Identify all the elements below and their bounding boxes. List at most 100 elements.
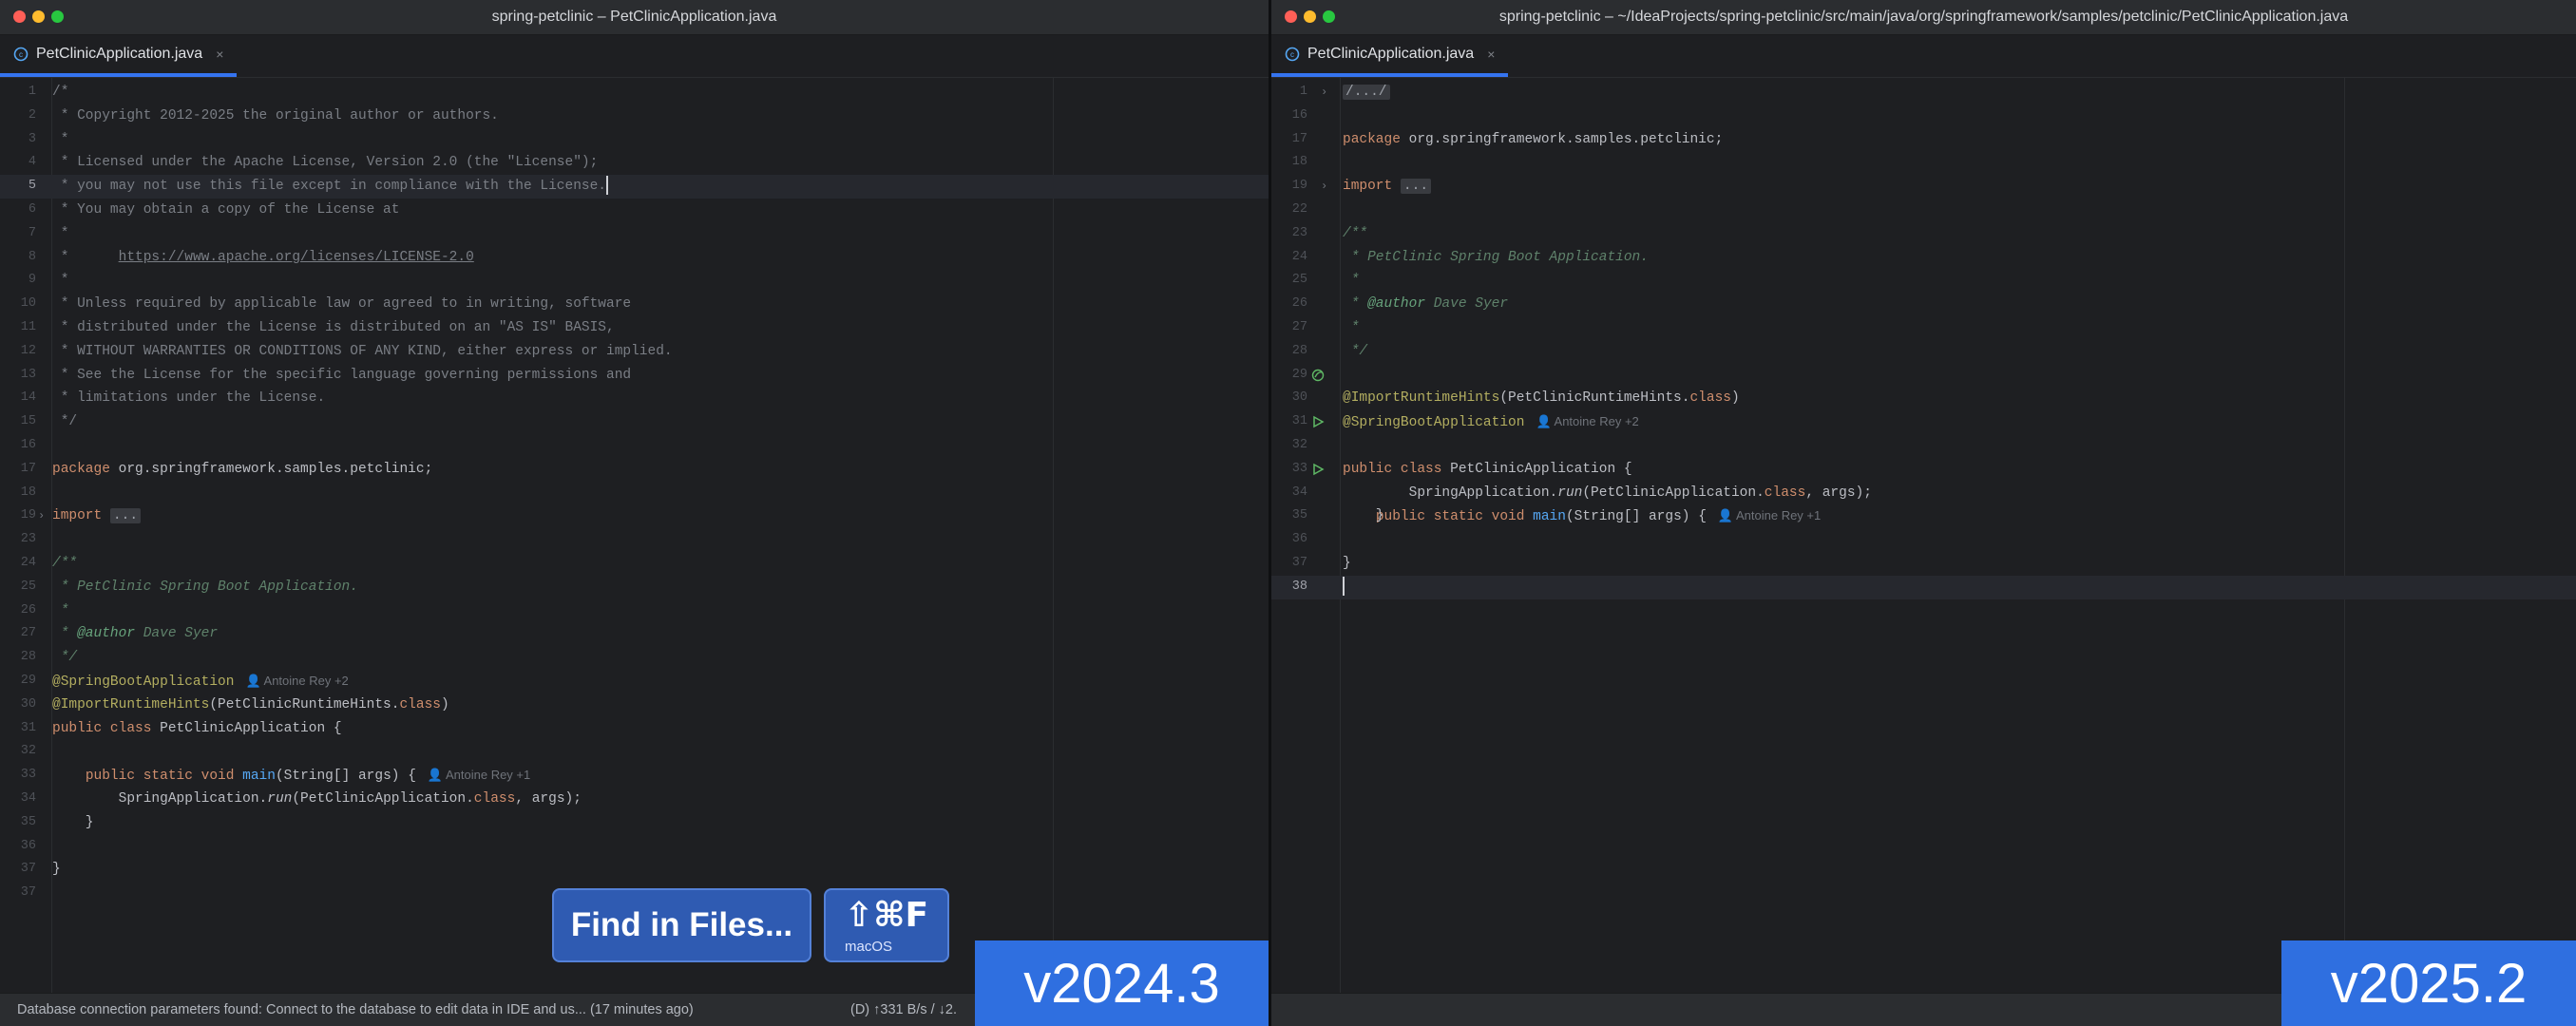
line-number: 28 [20,650,36,665]
right-code-editor[interactable]: 1 › /.../ 16 17 package org.springframework… [1271,78,2576,994]
code-line: 36 [1271,528,2576,552]
right-window-title: spring-petclinic – ~/IdeaProjects/spring… [1498,9,2349,25]
svg-text:c: c [1290,50,1294,59]
line-number: 8 [28,249,36,264]
close-icon[interactable]: × [1487,47,1495,62]
text-caret [606,176,608,196]
line-number: 7 [28,225,36,240]
code-line: 30 @ImportRuntimeHints(PetClinicRuntimeHi… [1271,387,2576,410]
code-line: 37} [0,858,1269,882]
line-number: 37 [20,862,36,877]
close-icon[interactable]: × [216,47,223,62]
code-line: 30 @ImportRuntimeHints(PetClinicRuntimeHi… [0,694,1269,717]
line-number: 29 [1291,367,1307,382]
code-line: 19 › import ... [0,504,1269,528]
left-window-title: spring-petclinic – PetClinicApplication.… [491,9,777,25]
author-inlay-hint[interactable]: 👤 Antoine Rey +2 [245,674,348,688]
code-line: 26 * [0,599,1269,623]
left-titlebar: spring-petclinic – PetClinicApplication.… [0,0,1269,35]
line-number: 1 [1299,85,1307,99]
code-line: 12 * WITHOUT WARRANTIES OR CONDITIONS OF… [0,340,1269,364]
left-code-editor[interactable]: 1/* 2 * Copyright 2012-2025 the original… [0,78,1269,994]
line-number: 24 [1291,249,1307,264]
line-number: 19 [20,508,36,523]
code-line: 13 * See the License for the specific la… [0,364,1269,388]
code-line: 19 › import ... [1271,175,2576,199]
line-number: 32 [20,744,36,759]
code-line: 23/** [1271,222,2576,246]
line-number: 25 [20,579,36,594]
line-number: 17 [20,461,36,476]
line-number: 28 [1291,343,1307,358]
code-line-current: 5 * you may not use this file except in … [0,175,1269,199]
line-number: 5 [28,179,36,194]
shortcut-os-label: macOS [845,939,893,955]
find-in-files-action[interactable]: Find in Files... [552,888,811,962]
line-number: 38 [1291,579,1307,594]
line-number: 12 [20,343,36,358]
code-line: 24/** [0,552,1269,576]
code-line: 10 * Unless required by applicable law o… [0,293,1269,316]
line-number: 24 [20,556,36,570]
shortcut-keys: ⇧⌘F [844,896,929,935]
code-line: 31 public class PetClinicApplication { [1271,410,2576,477]
chevron-right-icon[interactable]: › [1321,81,1327,104]
code-line: 35 } [0,811,1269,835]
line-number: 18 [20,484,36,500]
line-number: 27 [1291,320,1307,334]
line-number: 15 [20,414,36,429]
code-line: 27 * [1271,316,2576,340]
line-number: 31 [1291,414,1307,429]
line-number: 23 [1291,225,1307,240]
code-line: 25 * [1271,269,2576,293]
code-line: 34 SpringApplication.run(PetClinicApplic… [0,788,1269,811]
license-link[interactable]: https://www.apache.org/licenses/LICENSE-… [119,250,474,265]
code-line: 1 › /.../ [1271,81,2576,104]
code-line: 25 * PetClinic Spring Boot Application. [0,576,1269,599]
line-number: 37 [1291,556,1307,570]
code-line: 2 * Copyright 2012-2025 the original aut… [0,104,1269,128]
code-line: 28 */ [0,646,1269,670]
run-triangle-icon[interactable] [1311,463,1325,476]
author-inlay-hint[interactable]: 👤 Antoine Rey +1 [428,768,530,782]
code-line: 3 * [0,128,1269,152]
line-number: 16 [20,438,36,452]
right-tab-petclinic-application[interactable]: c PetClinicApplication.java × [1271,35,1509,77]
version-badge-left: v2024.3 [975,940,1269,1026]
line-number: 34 [20,791,36,806]
code-line: 28 */ [1271,340,2576,364]
folded-header-comment[interactable]: /.../ [1343,85,1390,100]
chevron-right-icon[interactable]: › [1321,175,1327,199]
line-number: 35 [1291,508,1307,523]
code-line: 9 * [0,269,1269,293]
line-number: 27 [20,626,36,641]
folded-imports[interactable]: ... [109,508,142,524]
code-line: 15 */ [0,410,1269,434]
left-tab-petclinic-application[interactable]: c PetClinicApplication.java × [0,35,238,77]
code-line: 33 public static void main(String[] args… [1271,458,2576,525]
right-ide-window: spring-petclinic – ~/IdeaProjects/spring… [1271,0,2576,1026]
spring-bean-icon[interactable] [1311,369,1325,382]
folded-imports[interactable]: ... [1400,179,1432,195]
run-triangle-icon[interactable] [1311,415,1325,428]
code-line: 29 @SpringBootApplication 👤 Antoine Rey +2 [0,670,1269,694]
code-line: 17 package org.springframework.samples.pe… [0,458,1269,482]
status-network-indicator[interactable]: (D) ↑331 B/s / ↓2. [850,994,957,1026]
line-number: 33 [20,768,36,783]
line-number: 18 [1291,155,1307,170]
status-message[interactable]: Database connection parameters found: Co… [17,994,694,1026]
code-line: 16 [0,434,1269,458]
code-line: 16 [1271,104,2576,128]
line-number: 3 [28,131,36,146]
chevron-right-icon[interactable]: › [38,504,45,528]
line-number: 2 [28,107,36,123]
text-caret [1343,576,1345,596]
code-line: 6 * You may obtain a copy of the License… [0,199,1269,222]
code-line: 18 [0,482,1269,505]
code-line: 8 * https://www.apache.org/licenses/LICE… [0,246,1269,270]
code-line: 35 } [1271,504,2576,528]
code-line: 17 package org.springframework.samples.pe… [1271,128,2576,152]
code-line: 11 * distributed under the License is di… [0,316,1269,340]
line-number: 36 [20,838,36,853]
line-number: 34 [1291,484,1307,500]
